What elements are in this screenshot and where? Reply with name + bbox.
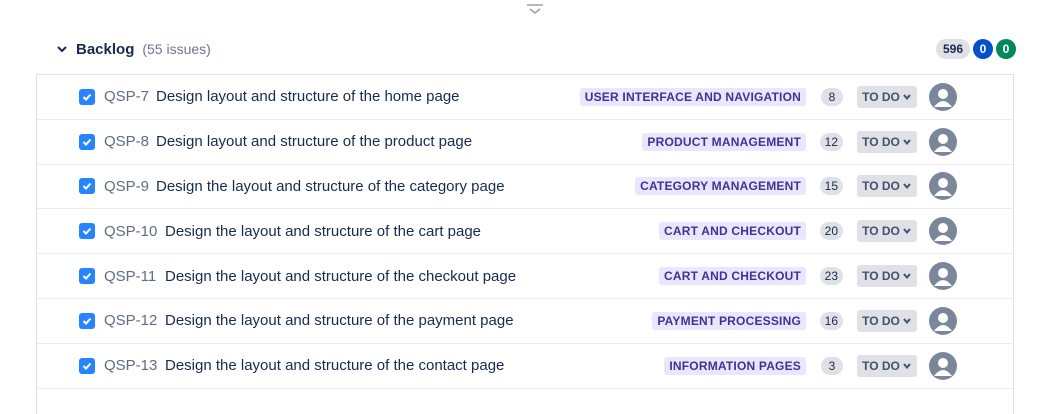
user-avatar-icon[interactable] <box>929 351 957 380</box>
issue-count: (55 issues) <box>142 41 211 57</box>
issue-row[interactable]: QSP-11 Design the layout and structure o… <box>37 254 1013 299</box>
chevron-down-icon <box>903 228 911 235</box>
epic-label[interactable]: CART AND CHECKOUT <box>659 222 806 241</box>
status-dropdown[interactable]: TO DO <box>857 175 917 198</box>
epic-label[interactable]: CATEGORY MANAGEMENT <box>635 177 806 196</box>
issue-row[interactable]: QSP-13 Design the layout and structure o… <box>37 344 1013 389</box>
todo-points-badge: 596 <box>935 39 970 59</box>
issue-summary[interactable]: Design the layout and structure of the c… <box>165 357 504 374</box>
chevron-down-icon <box>903 94 911 100</box>
issue-key[interactable]: QSP-10 <box>104 223 157 240</box>
epic-label[interactable]: PRODUCT MANAGEMENT <box>642 132 806 151</box>
chevron-down-icon <box>903 318 911 324</box>
issue-key[interactable]: QSP-11 <box>104 268 156 285</box>
checkbox-checked-icon[interactable] <box>79 223 95 240</box>
checkbox-checked-icon[interactable] <box>79 178 95 195</box>
issue-key[interactable]: QSP-9 <box>104 178 149 195</box>
chevron-down-icon <box>903 363 911 369</box>
status-dropdown[interactable]: TO DO <box>857 220 917 243</box>
status-label: TO DO <box>862 179 900 194</box>
user-avatar-icon[interactable] <box>929 127 957 156</box>
status-dropdown[interactable]: TO DO <box>857 130 917 153</box>
issue-summary[interactable]: Design the layout and structure of the p… <box>165 312 514 329</box>
issue-summary[interactable]: Design the layout and structure of the c… <box>156 178 505 195</box>
chevron-down-icon <box>903 139 911 145</box>
checkbox-checked-icon[interactable] <box>79 133 95 150</box>
issue-key[interactable]: QSP-13 <box>104 357 157 374</box>
issue-row[interactable]: QSP-7 Design layout and structure of the… <box>37 75 1013 120</box>
story-points-badge[interactable]: 20 <box>819 222 843 241</box>
chevron-down-icon[interactable] <box>52 39 72 59</box>
chevron-down-icon <box>903 183 911 190</box>
status-label: TO DO <box>862 269 900 284</box>
story-points-badge[interactable]: 16 <box>819 311 843 330</box>
checkbox-checked-icon[interactable] <box>79 268 95 285</box>
issue-summary[interactable]: Design the layout and structure of the c… <box>165 268 516 285</box>
story-points-badge[interactable]: 3 <box>821 356 843 375</box>
issue-row[interactable]: QSP-10 Design the layout and structure o… <box>37 209 1013 255</box>
checkbox-checked-icon[interactable] <box>79 88 95 105</box>
issue-key[interactable]: QSP-8 <box>104 133 149 150</box>
status-dropdown[interactable]: TO DO <box>857 309 917 332</box>
in-progress-points-badge: 0 <box>973 39 993 59</box>
epic-label[interactable]: INFORMATION PAGES <box>664 356 806 375</box>
status-dropdown[interactable]: TO DO <box>857 354 917 377</box>
status-label: TO DO <box>862 358 900 373</box>
epic-label[interactable]: PAYMENT PROCESSING <box>652 311 806 330</box>
issue-summary[interactable]: Design the layout and structure of the c… <box>165 223 481 240</box>
issue-key[interactable]: QSP-12 <box>104 312 157 329</box>
issue-row[interactable]: QSP-9 Design the layout and structure of… <box>37 165 1013 210</box>
user-avatar-icon[interactable] <box>929 172 957 201</box>
status-totals: 596 0 0 <box>935 39 1016 59</box>
drag-handle-icon[interactable] <box>526 2 544 16</box>
user-avatar-icon[interactable] <box>929 82 957 111</box>
backlog-header: Backlog (55 issues) 596 0 0 <box>36 32 1016 66</box>
issue-summary[interactable]: Design layout and structure of the produ… <box>156 133 472 150</box>
story-points-badge[interactable]: 8 <box>821 87 843 106</box>
user-avatar-icon[interactable] <box>929 217 957 246</box>
status-label: TO DO <box>862 89 900 104</box>
epic-label[interactable]: USER INTERFACE AND NAVIGATION <box>579 87 806 106</box>
status-dropdown[interactable]: TO DO <box>857 265 917 288</box>
checkbox-checked-icon[interactable] <box>79 357 95 374</box>
epic-label[interactable]: CART AND CHECKOUT <box>659 267 806 286</box>
status-label: TO DO <box>862 224 900 239</box>
done-points-badge: 0 <box>996 39 1016 59</box>
issue-row[interactable]: QSP-12 Design the layout and structure o… <box>37 299 1013 344</box>
story-points-badge[interactable]: 12 <box>819 132 843 151</box>
status-dropdown[interactable]: TO DO <box>857 85 917 108</box>
status-label: TO DO <box>862 313 900 328</box>
story-points-badge[interactable]: 15 <box>819 177 843 196</box>
issue-list: QSP-7 Design layout and structure of the… <box>36 74 1014 414</box>
issue-key[interactable]: QSP-7 <box>104 88 149 105</box>
user-avatar-icon[interactable] <box>929 306 957 335</box>
story-points-badge[interactable]: 23 <box>819 267 843 286</box>
issue-row[interactable]: QSP-8 Design layout and structure of the… <box>37 120 1013 165</box>
backlog-title: Backlog <box>76 40 135 58</box>
chevron-down-icon <box>903 273 911 280</box>
issue-summary[interactable]: Design layout and structure of the home … <box>156 88 460 105</box>
user-avatar-icon[interactable] <box>929 262 957 291</box>
status-label: TO DO <box>862 134 900 149</box>
checkbox-checked-icon[interactable] <box>79 312 95 329</box>
